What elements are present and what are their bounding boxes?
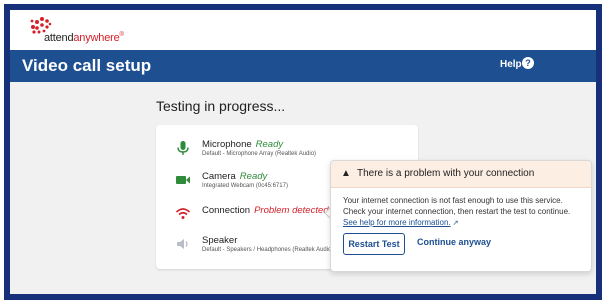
device-status: Ready	[255, 139, 284, 150]
device-name: Connection	[202, 205, 251, 216]
page-title: Video call setup	[22, 56, 152, 75]
brand-word-anywhere: anywhere	[73, 32, 120, 44]
logo-bar: attendanywhere®	[10, 10, 596, 50]
continue-anyway-button[interactable]: Continue anyway	[417, 237, 491, 247]
brand-wordmark: attendanywhere®	[44, 32, 124, 44]
app-window: attendanywhere® Video call setup Help ? …	[4, 4, 602, 300]
main-content: Testing in progress... Microphone Ready D…	[10, 82, 596, 294]
warning-icon: ▲	[341, 168, 351, 179]
brand-word-attend: attend	[44, 32, 74, 44]
external-link-icon: ↗	[452, 220, 459, 227]
testing-title: Testing in progress...	[156, 98, 286, 114]
header-bar: Video call setup Help ?	[10, 50, 596, 82]
device-label: Connection Problem detected	[202, 205, 329, 216]
connection-problem-popup: ▲ There is a problem with your connectio…	[330, 160, 592, 272]
device-label: Speaker	[202, 235, 237, 246]
popup-message: Your internet connection is not fast eno…	[343, 195, 583, 229]
restart-test-button[interactable]: Restart Test	[343, 233, 405, 255]
device-detail: Default - Speakers / Headphones (Realtek…	[202, 247, 334, 253]
device-status: Problem detected	[254, 205, 329, 216]
microphone-icon	[174, 139, 192, 157]
wifi-icon	[174, 205, 192, 223]
device-detail: Integrated Webcam (0c45:6717)	[202, 183, 288, 189]
device-detail: Default - Microphone Array (Realtek Audi…	[202, 151, 317, 157]
popup-header: ▲ There is a problem with your connectio…	[331, 161, 591, 188]
help-icon[interactable]: ?	[522, 57, 534, 69]
help-info-link[interactable]: See help for more information.	[343, 218, 451, 227]
brand-registered-mark: ®	[119, 32, 124, 38]
device-name: Camera	[202, 171, 236, 182]
device-name: Microphone	[202, 139, 252, 150]
device-name: Speaker	[202, 235, 238, 246]
camera-icon	[174, 171, 192, 189]
device-label: Microphone Ready	[202, 139, 283, 150]
device-status: Ready	[239, 171, 268, 182]
help-link[interactable]: Help	[500, 59, 522, 70]
speaker-icon	[174, 235, 192, 253]
popup-body-text: Your internet connection is not fast eno…	[343, 196, 571, 216]
device-label: Camera Ready	[202, 171, 267, 182]
popup-title: There is a problem with your connection	[357, 168, 535, 179]
